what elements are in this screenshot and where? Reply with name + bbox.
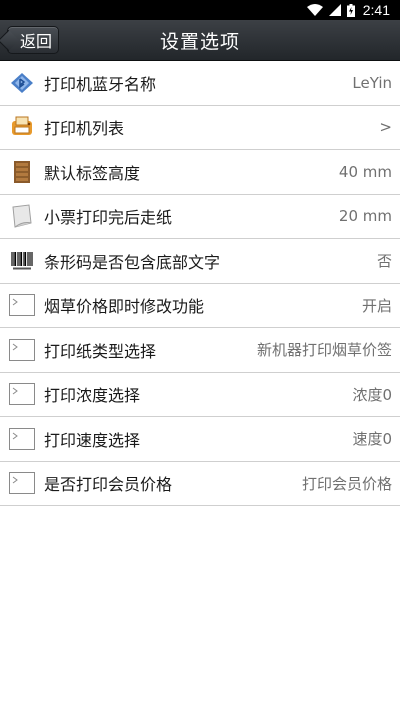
signal-icon: [328, 4, 341, 16]
setting-printer-bluetooth-name[interactable]: 打印机蓝牙名称 LeYin: [0, 61, 400, 106]
terminal-icon: [8, 336, 36, 364]
wifi-icon: [306, 4, 323, 16]
setting-print-speed[interactable]: 打印速度选择 速度0: [0, 417, 400, 462]
label-icon: [8, 158, 36, 186]
setting-printer-list[interactable]: 打印机列表 >: [0, 106, 400, 150]
terminal-icon: [8, 380, 36, 408]
setting-value: 开启: [361, 296, 392, 315]
terminal-icon: [8, 291, 36, 319]
setting-paper-feed[interactable]: 小票打印完后走纸 20 mm: [0, 195, 400, 239]
setting-value: 否: [376, 252, 392, 271]
setting-value: 浓度0: [352, 385, 392, 404]
setting-value: 20 mm: [338, 207, 392, 226]
setting-print-density[interactable]: 打印浓度选择 浓度0: [0, 373, 400, 417]
setting-label: 是否打印会员价格: [44, 475, 173, 495]
setting-value: 40 mm: [338, 162, 392, 181]
setting-member-price[interactable]: 是否打印会员价格 打印会员价格: [0, 462, 400, 506]
setting-label: 打印机列表: [44, 119, 125, 139]
printer-list-icon: [8, 113, 36, 141]
setting-default-label-height[interactable]: 默认标签高度 40 mm: [0, 150, 400, 195]
setting-label: 打印机蓝牙名称: [44, 74, 157, 94]
setting-value: 打印会员价格: [301, 474, 392, 493]
battery-icon: [346, 3, 355, 17]
back-button-label: 返回: [19, 32, 52, 51]
setting-value: LeYin: [352, 73, 392, 92]
clock: 2:41: [362, 2, 390, 18]
app-header: 设置选项 返回: [0, 20, 400, 61]
paper-icon: [8, 202, 36, 230]
terminal-icon: [8, 425, 36, 453]
setting-label: 打印纸类型选择: [44, 341, 157, 361]
chevron-right-icon: >: [379, 118, 392, 137]
settings-list: 打印机蓝牙名称 LeYin 打印机列表 > 默认标签高度 40 mm 小票打印完…: [0, 61, 400, 506]
back-button[interactable]: 返回: [7, 26, 59, 54]
setting-label: 打印速度选择: [44, 430, 141, 450]
setting-paper-type[interactable]: 打印纸类型选择 新机器打印烟草价签: [0, 328, 400, 373]
setting-label: 烟草价格即时修改功能: [44, 297, 205, 317]
page-title: 设置选项: [159, 31, 240, 53]
setting-label: 默认标签高度: [44, 163, 141, 183]
bluetooth-icon: [8, 69, 36, 97]
terminal-icon: [8, 469, 36, 497]
setting-value: 速度0: [352, 430, 392, 449]
setting-tobacco-price-edit[interactable]: 烟草价格即时修改功能 开启: [0, 284, 400, 328]
status-bar: 2:41: [0, 0, 400, 20]
setting-label: 打印浓度选择: [44, 386, 141, 406]
setting-label: 条形码是否包含底部文字: [44, 252, 221, 272]
setting-barcode-text[interactable]: 条形码是否包含底部文字 否: [0, 239, 400, 284]
setting-value: 新机器打印烟草价签: [256, 341, 392, 360]
barcode-icon: [8, 247, 36, 275]
setting-label: 小票打印完后走纸: [44, 208, 173, 228]
